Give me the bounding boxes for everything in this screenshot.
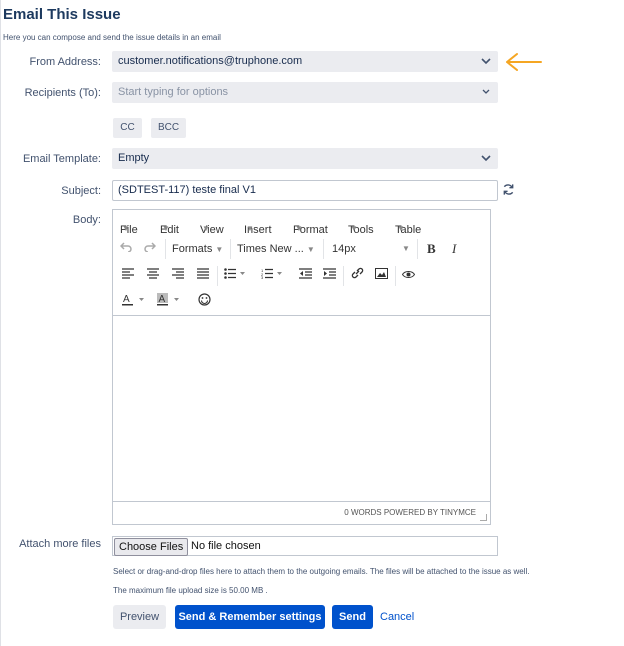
subject-label: Subject: xyxy=(61,185,101,197)
upload-size-text: The maximum file upload size is 50.00 MB… xyxy=(113,586,268,595)
font-size-dropdown[interactable]: 14px ▼ xyxy=(332,240,410,258)
undo-icon[interactable] xyxy=(119,240,132,258)
file-input[interactable]: Choose Files No file chosen xyxy=(112,536,498,556)
editor-toolbar-row-3: A A xyxy=(113,289,490,315)
editor-toolbar-row-2: 123 xyxy=(113,263,490,289)
word-count: 0 WORDS POWERED BY TINYMCE xyxy=(344,508,476,517)
font-family-dropdown[interactable]: Times New ... ▼ xyxy=(237,240,315,258)
outdent-icon[interactable] xyxy=(299,267,312,285)
italic-icon[interactable]: I xyxy=(452,240,456,258)
refresh-icon[interactable] xyxy=(502,183,515,199)
recipients-placeholder: Start typing for options xyxy=(118,86,229,98)
chevron-down-icon xyxy=(481,82,491,103)
email-template-select[interactable]: Empty xyxy=(112,148,498,169)
redo-icon[interactable] xyxy=(144,240,157,258)
cancel-link[interactable]: Cancel xyxy=(380,605,414,629)
left-border xyxy=(0,0,1,646)
text-color-icon[interactable]: A xyxy=(122,293,146,311)
email-template-label: Email Template: xyxy=(22,153,101,165)
svg-text:3: 3 xyxy=(261,275,264,279)
numbered-list-icon[interactable]: 123 xyxy=(261,267,283,285)
align-left-icon[interactable] xyxy=(122,267,134,285)
arrow-pointer-icon xyxy=(506,53,542,71)
emoticon-icon[interactable] xyxy=(198,293,211,311)
bold-icon[interactable]: B xyxy=(427,240,436,258)
from-address-select[interactable]: customer.notifications@truphone.com xyxy=(112,51,498,72)
attach-label: Attach more files xyxy=(19,538,101,550)
editor-menubar: File ▼ Edit ▼ View ▼ Insert ▼ Format ▼ Tools ▼… xyxy=(120,224,422,236)
rich-text-editor: File ▼ Edit ▼ View ▼ Insert ▼ Format ▼ Tools ▼… xyxy=(112,209,491,525)
chevron-down-icon xyxy=(481,51,491,72)
svg-text:A: A xyxy=(159,294,166,305)
attach-help-text: Select or drag-and-drop files here to at… xyxy=(113,567,530,576)
svg-text:A: A xyxy=(123,294,130,305)
body-label: Body: xyxy=(72,214,101,226)
email-template-value: Empty xyxy=(118,152,150,164)
resize-handle-icon[interactable] xyxy=(480,514,487,521)
image-icon[interactable] xyxy=(375,267,388,285)
recipients-input[interactable]: Start typing for options xyxy=(112,82,498,103)
editor-toolbar-row-1: Formats ▼ Times New ... ▼ 14px ▼ B I xyxy=(113,236,490,262)
bullet-list-icon[interactable] xyxy=(224,267,246,285)
page-title: Email This Issue xyxy=(3,6,121,23)
send-remember-button[interactable]: Send & Remember settings xyxy=(175,605,325,629)
preview-button[interactable]: Preview xyxy=(113,605,166,629)
link-icon[interactable] xyxy=(351,267,364,285)
choose-files-button[interactable]: Choose Files xyxy=(114,538,189,556)
cc-button[interactable]: CC xyxy=(113,118,142,138)
indent-icon[interactable] xyxy=(323,267,336,285)
align-right-icon[interactable] xyxy=(172,267,184,285)
chevron-down-icon xyxy=(481,148,491,169)
from-address-value: customer.notifications@truphone.com xyxy=(118,55,303,67)
no-file-text: No file chosen xyxy=(191,540,261,552)
align-center-icon[interactable] xyxy=(147,267,159,285)
align-justify-icon[interactable] xyxy=(197,267,209,285)
bcc-button[interactable]: BCC xyxy=(151,118,186,138)
background-color-icon[interactable]: A xyxy=(157,293,181,311)
editor-content-area[interactable] xyxy=(113,316,490,502)
from-address-label: From Address: xyxy=(29,56,101,68)
editor-statusbar: 0 WORDS POWERED BY TINYMCE xyxy=(113,501,490,524)
send-button[interactable]: Send xyxy=(332,605,373,629)
recipients-label: Recipients (To): xyxy=(24,87,101,99)
formats-dropdown[interactable]: Formats ▼ xyxy=(172,240,223,258)
preview-eye-icon[interactable] xyxy=(401,267,416,285)
subject-input[interactable]: (SDTEST-117) teste final V1 xyxy=(112,180,498,201)
page-subtitle: Here you can compose and send the issue … xyxy=(3,33,221,42)
